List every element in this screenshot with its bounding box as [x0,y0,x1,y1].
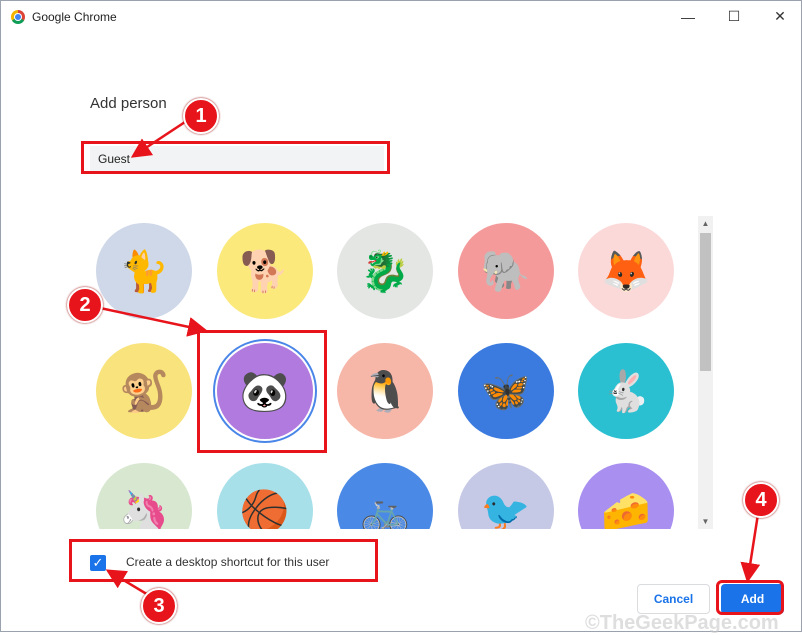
annotation-arrows [99,120,761,598]
arrow-4 [740,513,761,583]
arrow-2 [99,306,208,337]
step-badge-1: 1 [183,98,219,134]
arrow-1 [130,120,186,158]
step-badge-4: 4 [743,482,779,518]
step-badge-3: 3 [141,588,177,624]
arrow-3 [105,569,151,598]
step-badge-2: 2 [67,287,103,323]
